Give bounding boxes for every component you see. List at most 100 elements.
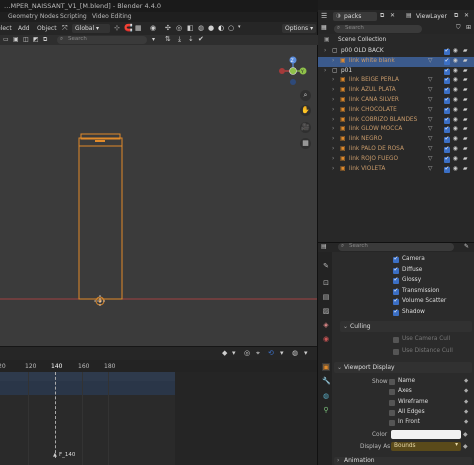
eye-icon[interactable]: ◉ xyxy=(453,136,458,142)
outliner-row[interactable]: › ▣link NEGRO ▽ ◉ ▰ xyxy=(318,135,474,145)
menu-add[interactable]: Add xyxy=(18,25,30,32)
options-dropdown[interactable]: Options ▾ xyxy=(282,24,316,33)
ray-visibility-row[interactable]: Transmission xyxy=(393,287,473,297)
show-gizmo-icon[interactable]: ✣ xyxy=(165,24,171,32)
expand-chevron-icon[interactable]: › xyxy=(332,146,334,152)
expand-chevron-icon[interactable]: › xyxy=(332,156,334,162)
properties-editor-icon[interactable]: ▤ xyxy=(321,243,327,250)
area-divider[interactable] xyxy=(318,242,474,243)
scene-close-icon[interactable]: ✕ xyxy=(390,12,395,19)
exclude-checkbox[interactable] xyxy=(444,86,450,95)
exclude-checkbox[interactable] xyxy=(444,155,450,163)
expand-chevron-icon[interactable]: › xyxy=(332,117,334,123)
outliner-search-input[interactable]: ⌕ Search xyxy=(334,25,422,33)
show-option-checkbox[interactable] xyxy=(389,399,395,406)
scene-copy-icon[interactable]: ⧉ xyxy=(380,12,384,20)
properties-search-input[interactable]: ⌕ Search xyxy=(338,243,454,251)
eye-icon[interactable]: ◉ xyxy=(453,156,458,162)
marker-icon[interactable]: ▲ xyxy=(53,452,57,458)
view-layer-name[interactable]: ViewLayer xyxy=(416,13,447,20)
filter-type-icon[interactable]: ▾ xyxy=(232,349,236,357)
pan-hand-icon[interactable]: ✋ xyxy=(300,105,311,116)
eye-icon[interactable]: ◉ xyxy=(453,77,458,83)
timeline-options-icon[interactable]: ▾ xyxy=(280,349,284,357)
camera-icon[interactable]: ▰ xyxy=(463,107,467,113)
ray-visibility-row[interactable]: Glossy xyxy=(393,276,473,286)
sync-icon[interactable]: ⟲ xyxy=(268,349,274,357)
viewport-search-input[interactable]: ⌕ Search xyxy=(57,36,147,44)
exclude-checkbox[interactable] xyxy=(444,145,450,153)
camera-icon[interactable]: ▰ xyxy=(463,68,467,74)
show-option-row[interactable]: In Front ◆ xyxy=(389,418,471,428)
camera-icon[interactable]: ▰ xyxy=(463,126,467,132)
ray-visibility-checkbox[interactable] xyxy=(393,266,399,274)
keyframe-dot-icon[interactable]: ◆ xyxy=(464,409,468,415)
exclude-checkbox[interactable] xyxy=(444,96,450,104)
3d-viewport[interactable]: Z Y ⌕ ✋ 🎥 ▦ xyxy=(0,35,318,346)
display-mode-icon[interactable]: ▦ xyxy=(321,24,327,31)
keyframe-dot-icon[interactable]: ◆ xyxy=(464,388,468,394)
outliner-row[interactable]: › ▣link white blank ▽ ◉ ▰ xyxy=(318,56,474,67)
object-tab-icon[interactable]: ▣ xyxy=(322,363,330,371)
ray-visibility-row[interactable]: Volume Scatter xyxy=(393,297,473,307)
outliner-row[interactable]: › ▢p01 ◉ ▰ xyxy=(318,67,474,77)
expand-chevron-icon[interactable]: › xyxy=(332,136,334,142)
display-as-dropdown[interactable]: Bounds ▾ xyxy=(391,442,461,451)
show-option-checkbox[interactable] xyxy=(389,420,395,427)
use-distance-cull-row[interactable]: Use Distance Cull xyxy=(393,347,473,357)
exclude-checkbox[interactable] xyxy=(444,125,450,134)
eye-icon[interactable]: ◉ xyxy=(453,107,458,113)
filter-icon[interactable]: ⛉ xyxy=(456,24,461,32)
outliner-row[interactable]: › ▣link COBRIZO BLANDES ▽ ◉ ▰ xyxy=(318,116,474,126)
outliner-editor-icon[interactable]: ☰ xyxy=(321,12,327,20)
physics-tab-icon[interactable]: ◍ xyxy=(322,392,330,400)
shading-material-icon[interactable]: ◐ xyxy=(218,24,224,32)
eye-icon[interactable]: ◉ xyxy=(453,87,458,93)
exclude-checkbox[interactable] xyxy=(444,57,450,65)
pivot-icon[interactable]: ⊹ xyxy=(114,24,120,32)
eye-icon[interactable]: ◉ xyxy=(453,97,458,103)
expand-chevron-icon[interactable]: › xyxy=(324,68,326,74)
outliner-row[interactable]: › ▣link CHOCOLATE ▽ ◉ ▰ xyxy=(318,106,474,116)
show-option-row[interactable]: Name ◆ xyxy=(389,377,471,387)
show-option-checkbox[interactable] xyxy=(389,379,395,385)
outliner-row[interactable]: › ▣link GLOW MOCCA ▽ ◉ ▰ xyxy=(318,125,474,135)
outliner-row[interactable]: › ▣link VIOLETA ▽ ◉ ▰ xyxy=(318,165,474,175)
tab-video-editing[interactable]: Video Editing xyxy=(92,13,132,20)
color-swatch[interactable] xyxy=(391,430,461,439)
camera-icon[interactable]: ▰ xyxy=(463,166,467,172)
select-extend-icon[interactable]: ▣ xyxy=(13,36,19,43)
outliner-row[interactable]: › ▢p00 OLD BACK ◉ ▰ xyxy=(318,47,474,57)
keyframe-dot-icon[interactable]: ◆ xyxy=(464,378,468,384)
camera-icon[interactable]: ▰ xyxy=(463,136,467,142)
zoom-icon[interactable]: ⌕ xyxy=(300,90,311,101)
orientation-dropdown[interactable]: Global ▾ xyxy=(72,24,110,33)
ray-visibility-checkbox[interactable] xyxy=(393,276,399,284)
ray-visibility-checkbox[interactable] xyxy=(393,255,399,263)
timeline-more-icon[interactable]: ▾ xyxy=(304,349,308,357)
scene-tab-icon[interactable]: ◈ xyxy=(322,321,330,329)
eye-icon[interactable]: ◉ xyxy=(453,117,458,123)
pin-icon[interactable]: ⤓ xyxy=(178,35,181,44)
camera-icon[interactable]: ▰ xyxy=(463,97,467,103)
shading-dropdown-icon[interactable]: ▾ xyxy=(238,24,241,30)
orientation-icon[interactable]: ⤧ xyxy=(62,24,68,33)
ray-visibility-checkbox[interactable] xyxy=(393,308,399,316)
pin-icon[interactable]: ✎ xyxy=(464,243,469,250)
camera-icon[interactable]: ▰ xyxy=(463,117,467,123)
view-layer-close-icon[interactable]: ✕ xyxy=(464,12,469,19)
exclude-checkbox[interactable] xyxy=(444,116,450,124)
camera-icon[interactable]: ▰ xyxy=(463,77,467,83)
keyframe-dot-icon[interactable]: ◆ xyxy=(464,399,468,405)
keyframe-icon[interactable]: ◆ xyxy=(222,349,227,357)
keyframe-dot-icon[interactable]: ◆ xyxy=(463,431,468,438)
new-collection-icon[interactable]: ⊞ xyxy=(466,24,471,31)
area-divider[interactable] xyxy=(317,12,318,465)
proportional-timeline-icon[interactable]: ◍ xyxy=(292,349,298,357)
filter-icon[interactable]: ▾ xyxy=(152,36,155,43)
restrict-icon[interactable]: ✔ xyxy=(198,35,204,43)
ray-visibility-checkbox[interactable] xyxy=(393,287,399,295)
snap-icon[interactable]: 🧲 xyxy=(124,24,133,32)
snap-target-icon[interactable]: ▦ xyxy=(135,24,142,32)
camera-view-icon[interactable]: 🎥 xyxy=(300,122,311,133)
